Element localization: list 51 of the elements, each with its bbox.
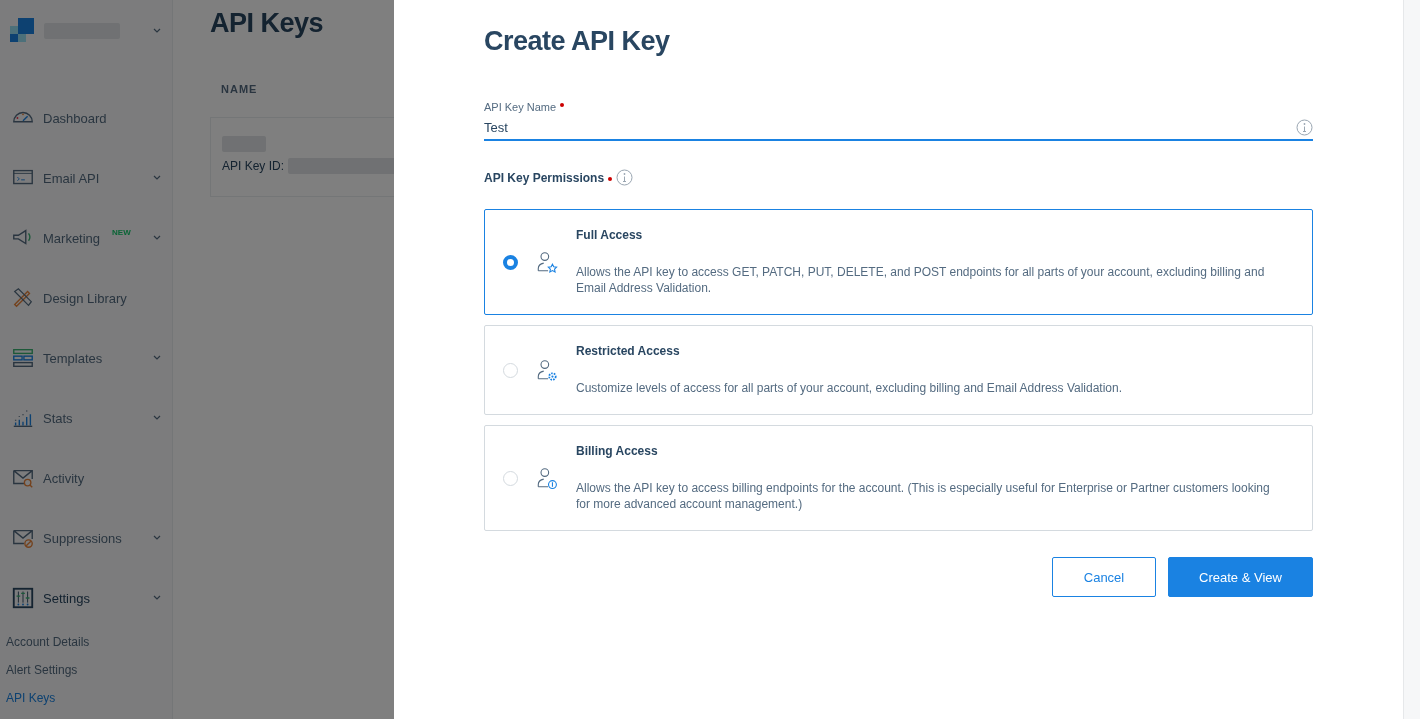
scrollbar[interactable] <box>1403 0 1420 719</box>
create-button[interactable]: Create & View <box>1168 557 1313 597</box>
permission-option[interactable]: Full Access Allows the API key to access GET, PATCH, PUT, DELETE, and POST endpoints for all parts of your account, excluding billing and Email Address Validation. <box>484 209 1313 315</box>
user-icon <box>535 466 559 490</box>
option-title: Billing Access <box>576 444 659 458</box>
sidebar-icon <box>11 286 35 310</box>
sidebar-item[interactable]: Marketing NEW <box>0 208 172 268</box>
option-description: Allows the API key to access GET, PATCH, PUT, DELETE, and POST endpoints for all parts of your account, excluding billing and Email Address Validation. <box>576 264 1266 296</box>
sidebar-label: Email API <box>43 170 100 186</box>
sidebar-label: Settings <box>43 590 90 606</box>
sidebar-item[interactable]: Suppressions <box>0 508 172 568</box>
permission-option[interactable]: Billing Access Allows the API key to access billing endpoints for the account. (This is especially useful for Enterprise or Partner customers looking for more advanced account management.) <box>484 425 1313 531</box>
option-description: Customize levels of access for all parts of your account, excluding billing and Email Address Validation. <box>576 380 1123 396</box>
page-title: API Keys <box>210 8 325 39</box>
user-icon <box>535 250 559 274</box>
option-description: Allows the API key to access billing endpoints for the account. (This is especially useful for Enterprise or Partner customers looking for more advanced account management.) <box>576 480 1271 512</box>
new-label: NEW <box>112 228 131 237</box>
info-icon[interactable] <box>1296 119 1313 136</box>
radio-button[interactable] <box>503 254 518 270</box>
sidebar-item[interactable]: Activity <box>0 448 172 508</box>
column-header: NAME <box>221 83 258 95</box>
sidebar-item[interactable]: Design Library <box>0 268 172 328</box>
sidebar-item[interactable]: Dashboard <box>0 88 172 148</box>
sidebar-label: Dashboard <box>43 110 107 126</box>
api-key-id-label: API Key ID: <box>222 159 285 173</box>
sidebar-label: Stats <box>43 410 73 426</box>
submenu-item[interactable]: Alert Settings <box>6 656 172 684</box>
option-title: Full Access <box>576 228 644 242</box>
logo-icon[interactable] <box>10 18 36 44</box>
submenu-item[interactable]: API Keys <box>6 684 172 712</box>
sidebar-label: Design Library <box>43 290 127 306</box>
sidebar-item[interactable]: Stats <box>0 388 172 448</box>
sidebar-label: Activity <box>43 470 85 486</box>
modal-title: Create API Key <box>484 26 671 57</box>
sidebar-item[interactable]: Settings <box>0 568 172 628</box>
submenu-item[interactable]: Account Details <box>6 628 172 656</box>
sidebar-item[interactable]: Email API <box>0 148 172 208</box>
user-icon <box>535 358 559 382</box>
cancel-button[interactable]: Cancel <box>1052 557 1156 597</box>
field-label: API Key Name <box>484 101 557 113</box>
sidebar-label: Marketing <box>43 230 101 246</box>
sidebar-icon <box>11 346 35 370</box>
option-title: Restricted Access <box>576 344 681 358</box>
sidebar-icon <box>11 586 35 610</box>
permissions-label: API Key Permissions <box>484 170 605 185</box>
info-icon[interactable] <box>616 169 634 186</box>
api-key-name-field[interactable]: Test <box>484 115 1313 141</box>
sidebar-label: Templates <box>43 350 103 366</box>
permission-option[interactable]: Restricted Access Customize levels of access for all parts of your account, excluding billing and Email Address Validation. <box>484 325 1313 415</box>
sidebar-label: Suppressions <box>43 530 122 546</box>
sidebar-item[interactable]: Templates <box>0 328 172 388</box>
